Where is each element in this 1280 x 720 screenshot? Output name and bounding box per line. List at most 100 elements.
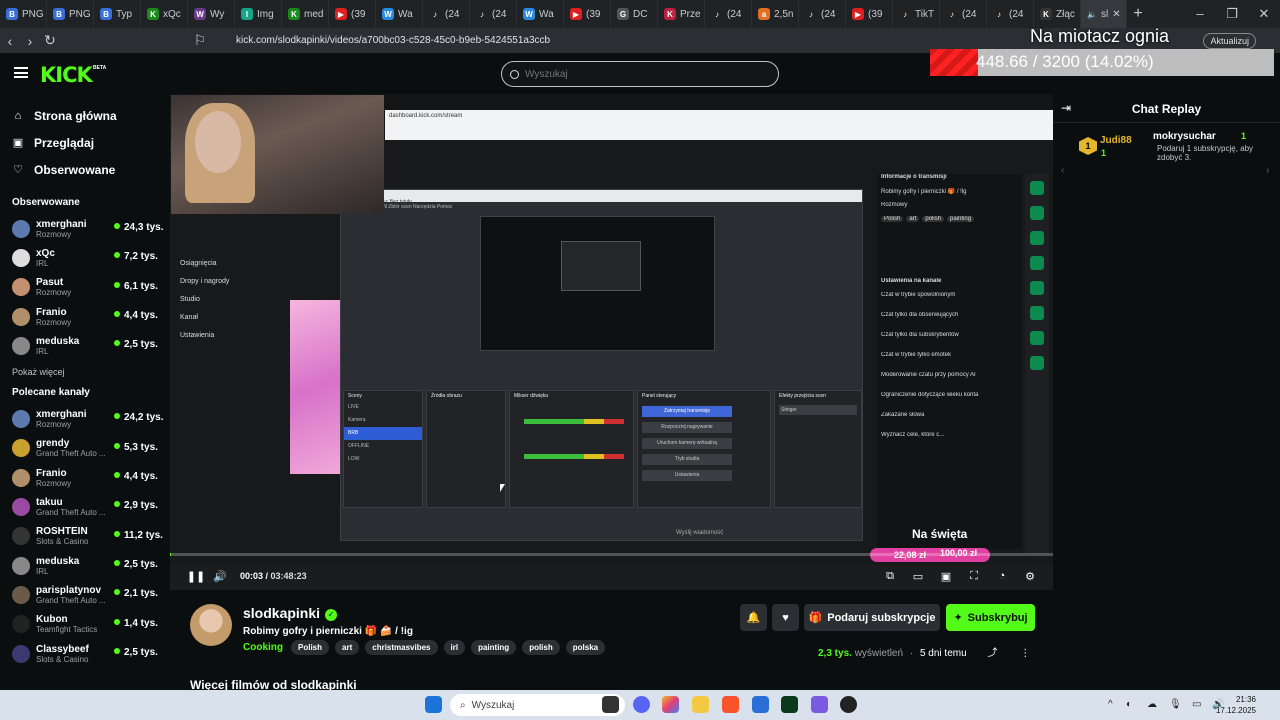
bookmark-icon[interactable]: ⚐: [190, 32, 210, 49]
stream-tag[interactable]: painting: [471, 640, 517, 655]
stream-tag[interactable]: polish: [522, 640, 560, 655]
notifications-button[interactable]: 🔔: [740, 604, 767, 631]
kick-logo[interactable]: KICK: [40, 63, 93, 87]
file-explorer-icon[interactable]: [692, 696, 709, 713]
menu-icon[interactable]: [14, 67, 28, 78]
channel-item[interactable]: Franio Rozmowy 4,4 tys.: [0, 302, 170, 331]
discord-icon[interactable]: [633, 696, 650, 713]
streamer-name[interactable]: slodkapinki: [243, 605, 320, 621]
gifter-name[interactable]: Judi88: [1100, 135, 1132, 146]
nav-browse[interactable]: ▣ Przeglądaj: [0, 129, 170, 156]
browser-tab[interactable]: ♪ (24: [705, 0, 752, 28]
browser-tab[interactable]: B Typ: [94, 0, 141, 28]
nav-home[interactable]: ⌂ Strona główna: [0, 102, 170, 129]
browser-tab[interactable]: KxQc: [141, 0, 188, 28]
theater-icon[interactable]: ▭: [907, 570, 929, 583]
browser-tab[interactable]: B PNG: [47, 0, 94, 28]
copilot-icon[interactable]: [662, 696, 679, 713]
channel-item[interactable]: Classybeef Slots & Casino 2,5 tys.: [0, 639, 170, 668]
recipient-name[interactable]: mokrysuchar: [1153, 131, 1216, 142]
channel-item[interactable]: Franio Rozmowy 4,4 tys.: [0, 463, 170, 492]
browser-tab-active[interactable]: 🔈 sl ✕: [1081, 0, 1127, 28]
channel-item[interactable]: ROSHTEIN Slots & Casino 11,2 tys.: [0, 522, 170, 551]
stream-tag[interactable]: irl: [443, 640, 466, 655]
fullscreen-icon[interactable]: ⛶: [963, 570, 985, 583]
channel-item[interactable]: parisplatynov Grand Theft Auto ... 2,1 tys…: [0, 580, 170, 609]
close-tab-icon[interactable]: ✕: [1112, 9, 1120, 20]
subscribe-button[interactable]: ✦ Subskrybuj: [946, 604, 1035, 631]
browser-tab[interactable]: ▶ (39: [329, 0, 376, 28]
channel-item[interactable]: meduska IRL 2,5 tys.: [0, 331, 170, 360]
gift-sub-button[interactable]: 🎁 Podaruj subskrypcje: [804, 604, 940, 631]
task-view-icon[interactable]: [602, 696, 619, 713]
browser-tab[interactable]: a 2,5n: [752, 0, 799, 28]
mini-player-icon[interactable]: ▣: [935, 570, 957, 583]
follow-button[interactable]: ♥: [772, 604, 799, 631]
browser-tab[interactable]: W Wy: [188, 0, 235, 28]
seek-bar[interactable]: [170, 553, 1053, 556]
channel-item[interactable]: xmerghani Rozmowy 24,2 tys.: [0, 404, 170, 433]
tray-mic-icon[interactable]: 🎙: [1169, 699, 1182, 710]
tray-expand-icon[interactable]: ^: [1108, 699, 1113, 710]
store-icon[interactable]: [752, 696, 769, 713]
stream-tag[interactable]: art: [335, 640, 360, 655]
browser-tab[interactable]: ▶ (39: [564, 0, 611, 28]
stream-category[interactable]: Cooking: [243, 642, 283, 653]
browser-tab[interactable]: G DC: [611, 0, 658, 28]
speed-icon[interactable]: ◔: [991, 570, 1013, 583]
system-clock[interactable]: 21:36 17.12.2025: [1216, 694, 1256, 716]
browser-tab[interactable]: W Wa: [376, 0, 423, 28]
video-player[interactable]: dashboard.kick.com/stream Osiągnięcia Dro…: [170, 94, 1053, 590]
channel-item[interactable]: takuu Grand Theft Auto ... 2,9 tys.: [0, 492, 170, 521]
pip-icon[interactable]: ⧉: [879, 570, 901, 583]
more-options-icon[interactable]: ⋮: [1020, 648, 1030, 659]
tray-network-icon[interactable]: ▭: [1192, 699, 1201, 710]
search-input[interactable]: [525, 68, 755, 80]
channel-item[interactable]: xQc IRL 7,2 tys.: [0, 243, 170, 272]
maximize-icon[interactable]: ❐: [1216, 0, 1248, 28]
browser-tab[interactable]: ♪ (24: [940, 0, 987, 28]
forward-icon[interactable]: ›: [20, 33, 40, 49]
browser-tab[interactable]: I Img: [235, 0, 282, 28]
notes-icon[interactable]: [811, 696, 828, 713]
prev-icon[interactable]: ‹: [1061, 165, 1064, 176]
obs-icon[interactable]: [840, 696, 857, 713]
channel-item[interactable]: meduska IRL 2,5 tys.: [0, 551, 170, 580]
browser-tab[interactable]: K Prze: [658, 0, 705, 28]
channel-item[interactable]: Pasut Rozmowy 6,1 tys.: [0, 273, 170, 302]
browser-tab[interactable]: ▶ (39: [846, 0, 893, 28]
channel-item[interactable]: xmerghani Rozmowy 24,3 tys.: [0, 214, 170, 243]
browser-tab[interactable]: W Wa: [517, 0, 564, 28]
new-tab-icon[interactable]: +: [1127, 5, 1149, 23]
streamer-avatar[interactable]: [190, 604, 232, 646]
tray-app-icon[interactable]: ◐: [1126, 699, 1132, 710]
close-window-icon[interactable]: ✕: [1248, 0, 1280, 28]
tray-cloud-icon[interactable]: ☁: [1147, 699, 1157, 710]
channel-item[interactable]: grendy Grand Theft Auto ... 5,3 tys.: [0, 434, 170, 463]
stream-tag[interactable]: christmasvibes: [365, 640, 438, 655]
browser-tab[interactable]: ♪ (24: [470, 0, 517, 28]
browser-tab[interactable]: Kmed: [282, 0, 329, 28]
share-icon[interactable]: ⤴: [987, 648, 997, 659]
brave-icon[interactable]: [722, 696, 739, 713]
windows-start-icon[interactable]: [425, 696, 442, 713]
show-more-link[interactable]: Pokaż więcej: [0, 367, 170, 377]
pause-icon[interactable]: ❚❚: [184, 570, 208, 583]
site-search[interactable]: [501, 61, 779, 87]
browser-tab[interactable]: ♪ (24: [423, 0, 470, 28]
back-icon[interactable]: ‹: [0, 33, 20, 49]
minimize-icon[interactable]: –: [1184, 0, 1216, 28]
channel-item[interactable]: Kubon Teamfight Tactics 1,4 tys.: [0, 610, 170, 639]
nav-following[interactable]: ♡ Obserwowane: [0, 156, 170, 183]
browser-tab[interactable]: B PNG: [0, 0, 47, 28]
update-browser-button[interactable]: Aktualizuj: [1203, 32, 1256, 49]
taskbar-search[interactable]: ⌕ Wyszukaj: [450, 694, 625, 716]
reload-icon[interactable]: ↻: [40, 32, 60, 49]
next-icon[interactable]: ›: [1266, 165, 1269, 176]
browser-tab[interactable]: ♪ TikT: [893, 0, 940, 28]
nvidia-icon[interactable]: [781, 696, 798, 713]
stream-tag[interactable]: Polish: [291, 640, 330, 655]
settings-gear-icon[interactable]: ⚙: [1019, 570, 1041, 583]
volume-icon[interactable]: 🔊: [208, 570, 232, 583]
browser-tab[interactable]: ♪ (24: [987, 0, 1034, 28]
